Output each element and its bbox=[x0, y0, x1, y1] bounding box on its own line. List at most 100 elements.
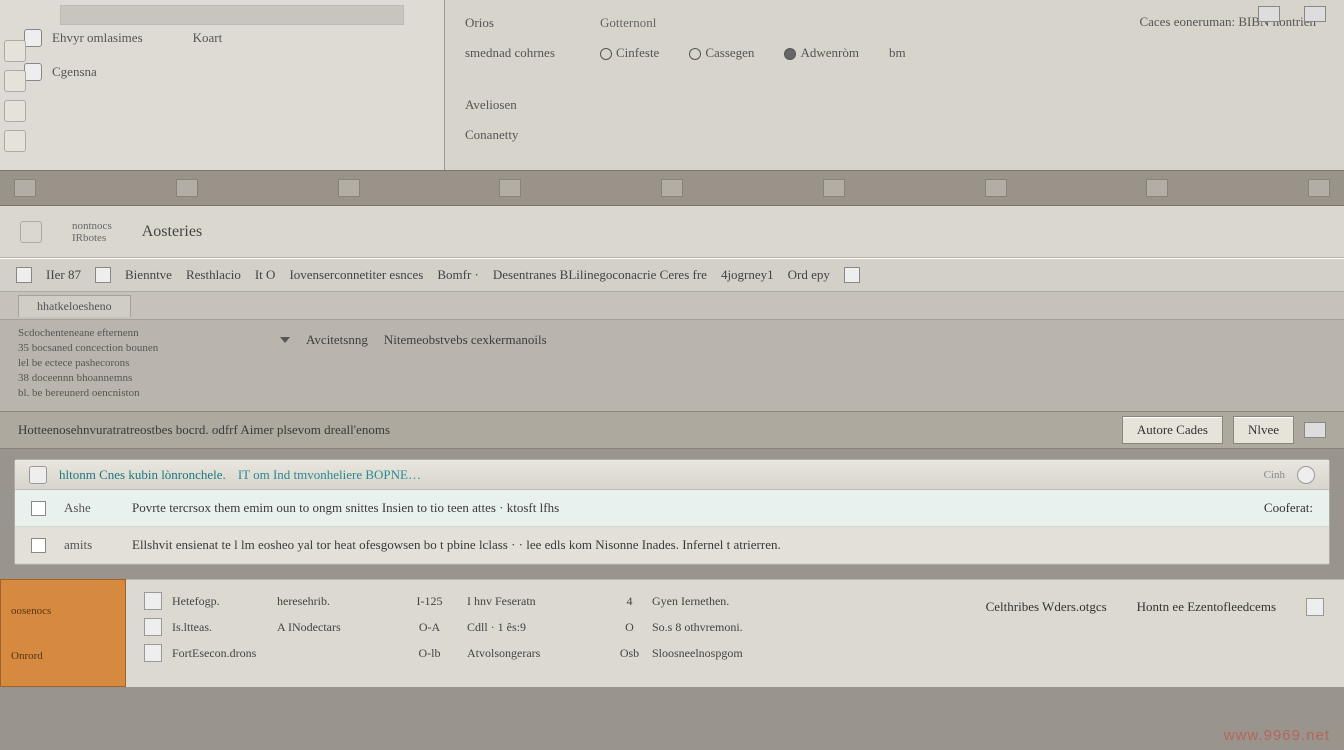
results-subtitle: IT om Ind tmvonheliere BOPNE… bbox=[238, 467, 421, 483]
form-label: smednad cohrnes bbox=[465, 45, 570, 61]
expand-icon[interactable] bbox=[24, 29, 42, 47]
tab-icon[interactable] bbox=[338, 179, 360, 197]
tab-icon[interactable] bbox=[661, 179, 683, 197]
tool-icon[interactable] bbox=[1258, 6, 1280, 22]
meta-row: Is.ltteas. A INodectars O-A Cdll · 1 ês:… bbox=[144, 614, 1344, 640]
tool-icon[interactable] bbox=[1304, 6, 1326, 22]
status-end-icon[interactable] bbox=[1304, 422, 1326, 438]
form-value: Gotternonl bbox=[600, 15, 656, 31]
filter-item[interactable]: 4jogrney1 bbox=[721, 267, 774, 283]
tree-row-2[interactable]: Cgensna bbox=[0, 59, 444, 85]
tree-row-1[interactable]: Ehvyr omlasimes Koart bbox=[0, 25, 444, 51]
results-title: hltonm Cnes kubin lònronchele. bbox=[59, 467, 226, 483]
watermark: www.9969.net bbox=[1224, 727, 1330, 744]
tree-item-label2: Koart bbox=[193, 30, 223, 46]
rail-icon[interactable] bbox=[4, 40, 26, 62]
form-row-radios: smednad cohrnes Cinfeste Cassegen Adwenr… bbox=[465, 38, 1324, 68]
filter-icon[interactable] bbox=[16, 267, 32, 283]
section-small-labels: nontnocs IRbotes bbox=[72, 220, 112, 244]
row-extra: Cooferat: bbox=[1264, 500, 1313, 516]
meta-right-text: Celthribes Wders.otgcs bbox=[986, 599, 1107, 615]
orange-label: oosenocs bbox=[11, 605, 115, 617]
rail-icon[interactable] bbox=[4, 130, 26, 152]
result-row[interactable]: amits Ellshvit ensienat te l lm eosheo y… bbox=[15, 527, 1329, 564]
row-tag: amits bbox=[64, 537, 114, 553]
results-panel: hltonm Cnes kubin lònronchele. IT om Ind… bbox=[14, 459, 1330, 565]
filter-item[interactable]: It O bbox=[255, 267, 276, 283]
tab-icon[interactable] bbox=[1146, 179, 1168, 197]
action-button-1[interactable]: Autore Cades bbox=[1122, 416, 1223, 444]
row-tag: Ashe bbox=[64, 500, 114, 516]
results-header: hltonm Cnes kubin lònronchele. IT om Ind… bbox=[15, 460, 1329, 490]
filter-end-icon[interactable] bbox=[844, 267, 860, 283]
checkbox[interactable] bbox=[31, 538, 46, 553]
radio-option[interactable]: bm bbox=[889, 45, 906, 61]
circle-icon[interactable] bbox=[1297, 466, 1315, 484]
sub-tab-bar: hhatkeloesheno bbox=[0, 292, 1344, 320]
section-header: nontnocs IRbotes Aosteries bbox=[0, 206, 1344, 258]
tab-icon[interactable] bbox=[823, 179, 845, 197]
section-title: Aosteries bbox=[142, 223, 202, 241]
meta-right-text2: Hontn ee Ezentofleedcems bbox=[1137, 599, 1276, 615]
filter-chip[interactable]: IIer 87 bbox=[46, 267, 81, 283]
dropdown[interactable]: Avcitetsnng Nitemeobstvebs cexkermanoils bbox=[280, 332, 547, 348]
tree-header-box bbox=[60, 5, 404, 25]
chevron-down-icon bbox=[280, 337, 290, 343]
dropdown-value: Nitemeobstvebs cexkermanoils bbox=[384, 332, 547, 348]
left-icon-rail bbox=[4, 40, 26, 152]
orange-label: Onrord bbox=[11, 650, 115, 662]
filter-item[interactable]: Bomfr · bbox=[437, 267, 479, 283]
tab-icon[interactable] bbox=[14, 179, 36, 197]
orange-side-panel[interactable]: oosenocs Onrord bbox=[0, 579, 126, 687]
sub-tab[interactable]: hhatkeloesheno bbox=[18, 295, 131, 317]
tree-item-label: Cgensna bbox=[52, 64, 97, 80]
tab-icon[interactable] bbox=[499, 179, 521, 197]
filter-item[interactable]: Resthlacio bbox=[186, 267, 241, 283]
left-tree-panel: Ehvyr omlasimes Koart Cgensna bbox=[0, 0, 445, 170]
filter-item[interactable]: Iovenserconnetiter esnces bbox=[289, 267, 423, 283]
form-row: Conanetty bbox=[465, 120, 1324, 150]
filter-item[interactable]: Desentranes BLilinegoconacrie Ceres fre bbox=[493, 267, 707, 283]
metadata-grid: Celthribes Wders.otgcs Hontn ee Ezentofl… bbox=[126, 579, 1344, 687]
list-item[interactable]: Scdochenteneane efternenn bbox=[18, 326, 1326, 341]
checkbox-icon[interactable] bbox=[20, 221, 42, 243]
meta-icon[interactable] bbox=[144, 644, 162, 662]
meta-row: FortEsecon.drons O-lb Atvolsongerars Osb… bbox=[144, 640, 1344, 666]
list-item[interactable]: bl. be bereunerd oencniston bbox=[18, 386, 1326, 401]
expand-icon[interactable] bbox=[24, 63, 42, 81]
row-marker-icon[interactable] bbox=[31, 501, 46, 516]
result-row[interactable]: Ashe Povrte tercrsox them emim oun to on… bbox=[15, 490, 1329, 527]
toolbar-tabs bbox=[0, 170, 1344, 206]
rail-icon[interactable] bbox=[4, 100, 26, 122]
meta-icon[interactable] bbox=[144, 618, 162, 636]
filter-icon[interactable] bbox=[95, 267, 111, 283]
list-item[interactable]: 38 doceennn bhoannemns bbox=[18, 371, 1326, 386]
radio-option[interactable]: Cinfeste bbox=[600, 45, 659, 61]
form-label: Aveliosen bbox=[465, 97, 570, 113]
side-list-panel: Scdochenteneane efternenn 35 bocsaned co… bbox=[0, 320, 1344, 411]
bottom-region: oosenocs Onrord Celthribes Wders.otgcs H… bbox=[0, 579, 1344, 687]
list-item[interactable]: lel be ectece pashecorons bbox=[18, 356, 1326, 371]
top-form-panel: Caces eoneruman: BIBN hontrien Orios Got… bbox=[445, 0, 1344, 170]
tab-icon[interactable] bbox=[1308, 179, 1330, 197]
meta-right-icon[interactable] bbox=[1306, 598, 1324, 616]
action-button-2[interactable]: Nlvee bbox=[1233, 416, 1294, 444]
tab-icon[interactable] bbox=[985, 179, 1007, 197]
form-label: Orios bbox=[465, 15, 570, 31]
tree-item-label: Ehvyr omlasimes bbox=[52, 30, 143, 46]
row-text: Povrte tercrsox them emim oun to ongm sn… bbox=[132, 500, 1246, 516]
header-icon[interactable] bbox=[29, 466, 47, 484]
meta-icon[interactable] bbox=[144, 592, 162, 610]
filter-chip[interactable]: Bienntve bbox=[125, 267, 172, 283]
form-row: Aveliosen bbox=[465, 90, 1324, 120]
row-text: Ellshvit ensienat te l lm eosheo yal tor… bbox=[132, 537, 1313, 553]
list-item[interactable]: 35 bocsaned concection bounen bbox=[18, 341, 1326, 356]
radio-option[interactable]: Cassegen bbox=[689, 45, 754, 61]
rail-icon[interactable] bbox=[4, 70, 26, 92]
filter-bar: IIer 87 Bienntve Resthlacio It O Iovense… bbox=[0, 258, 1344, 292]
top-region: Ehvyr omlasimes Koart Cgensna Caces eone… bbox=[0, 0, 1344, 170]
status-bar: Hotteenosehnvuratratreostbes bocrd. odfr… bbox=[0, 411, 1344, 449]
radio-option[interactable]: Adwenròm bbox=[784, 45, 859, 61]
tab-icon[interactable] bbox=[176, 179, 198, 197]
filter-item[interactable]: Ord epy bbox=[788, 267, 830, 283]
